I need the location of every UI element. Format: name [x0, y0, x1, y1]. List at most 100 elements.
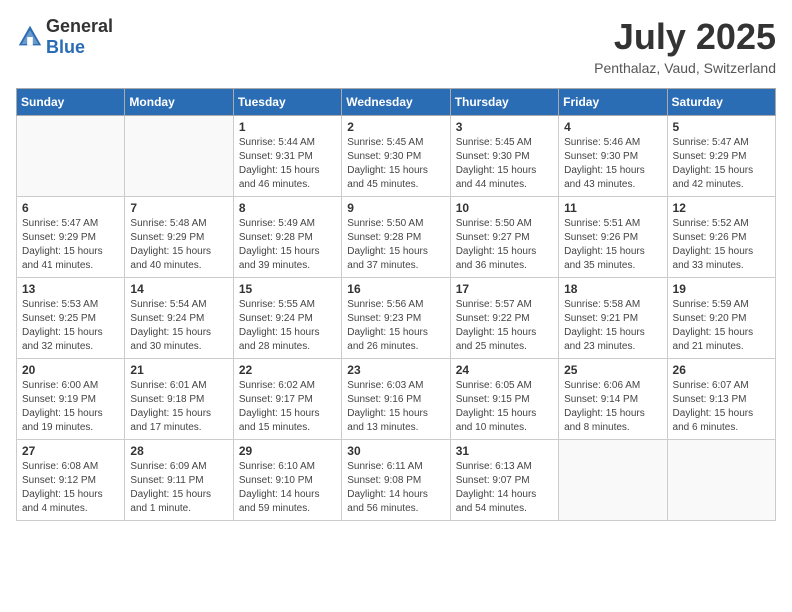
weekday-header: Sunday — [17, 89, 125, 116]
calendar-cell: 19 Sunrise: 5:59 AM Sunset: 9:20 PM Dayli… — [667, 278, 775, 359]
calendar-cell: 24 Sunrise: 6:05 AM Sunset: 9:15 PM Dayli… — [450, 359, 558, 440]
day-info: Sunrise: 6:10 AM Sunset: 9:10 PM Dayligh… — [239, 460, 336, 516]
calendar-week-row: 27 Sunrise: 6:08 AM Sunset: 9:12 PM Dayli… — [17, 440, 776, 521]
day-number: 28 — [130, 444, 227, 458]
weekday-header: Monday — [125, 89, 233, 116]
day-info: Sunrise: 5:58 AM Sunset: 9:21 PM Dayligh… — [564, 298, 661, 354]
day-number: 26 — [673, 363, 770, 377]
day-info: Sunrise: 5:57 AM Sunset: 9:22 PM Dayligh… — [456, 298, 553, 354]
calendar-cell: 17 Sunrise: 5:57 AM Sunset: 9:22 PM Dayli… — [450, 278, 558, 359]
calendar-week-row: 13 Sunrise: 5:53 AM Sunset: 9:25 PM Dayli… — [17, 278, 776, 359]
calendar-cell: 4 Sunrise: 5:46 AM Sunset: 9:30 PM Daylig… — [559, 116, 667, 197]
day-number: 12 — [673, 201, 770, 215]
day-info: Sunrise: 5:50 AM Sunset: 9:27 PM Dayligh… — [456, 217, 553, 273]
logo-general: General — [46, 16, 113, 36]
weekday-header: Tuesday — [233, 89, 341, 116]
logo-blue: Blue — [46, 37, 85, 57]
calendar-cell: 26Sunrise: 6:07 AM Sunset: 9:13 PM Dayli… — [667, 359, 775, 440]
calendar-week-row: 20 Sunrise: 6:00 AM Sunset: 9:19 PM Dayli… — [17, 359, 776, 440]
weekday-header: Wednesday — [342, 89, 450, 116]
day-info: Sunrise: 5:47 AM Sunset: 9:29 PM Dayligh… — [22, 217, 119, 273]
day-number: 22 — [239, 363, 336, 377]
day-number: 24 — [456, 363, 553, 377]
day-number: 21 — [130, 363, 227, 377]
day-number: 8 — [239, 201, 336, 215]
calendar-cell: 13 Sunrise: 5:53 AM Sunset: 9:25 PM Dayli… — [17, 278, 125, 359]
day-info: Sunrise: 6:08 AM Sunset: 9:12 PM Dayligh… — [22, 460, 119, 516]
day-number: 20 — [22, 363, 119, 377]
calendar-cell: 3 Sunrise: 5:45 AM Sunset: 9:30 PM Daylig… — [450, 116, 558, 197]
day-info: Sunrise: 6:05 AM Sunset: 9:15 PM Dayligh… — [456, 379, 553, 435]
calendar-cell: 8 Sunrise: 5:49 AM Sunset: 9:28 PM Daylig… — [233, 197, 341, 278]
calendar-cell: 30 Sunrise: 6:11 AM Sunset: 9:08 PM Dayli… — [342, 440, 450, 521]
calendar-cell — [667, 440, 775, 521]
day-info: Sunrise: 5:50 AM Sunset: 9:28 PM Dayligh… — [347, 217, 444, 273]
calendar-week-row: 6 Sunrise: 5:47 AM Sunset: 9:29 PM Daylig… — [17, 197, 776, 278]
calendar-cell: 20 Sunrise: 6:00 AM Sunset: 9:19 PM Dayli… — [17, 359, 125, 440]
day-number: 23 — [347, 363, 444, 377]
logo-icon — [16, 23, 44, 51]
day-number: 30 — [347, 444, 444, 458]
calendar-week-row: 1Sunrise: 5:44 AM Sunset: 9:31 PM Daylig… — [17, 116, 776, 197]
calendar-cell: 1Sunrise: 5:44 AM Sunset: 9:31 PM Daylig… — [233, 116, 341, 197]
logo: General Blue — [16, 16, 113, 58]
calendar-cell: 15 Sunrise: 5:55 AM Sunset: 9:24 PM Dayli… — [233, 278, 341, 359]
day-info: Sunrise: 6:06 AM Sunset: 9:14 PM Dayligh… — [564, 379, 661, 435]
day-info: Sunrise: 5:45 AM Sunset: 9:30 PM Dayligh… — [347, 136, 444, 192]
day-info: Sunrise: 5:44 AM Sunset: 9:31 PM Dayligh… — [239, 136, 336, 192]
day-number: 19 — [673, 282, 770, 296]
calendar-cell: 10Sunrise: 5:50 AM Sunset: 9:27 PM Dayli… — [450, 197, 558, 278]
day-number: 7 — [130, 201, 227, 215]
day-number: 4 — [564, 120, 661, 134]
day-info: Sunrise: 5:45 AM Sunset: 9:30 PM Dayligh… — [456, 136, 553, 192]
day-number: 17 — [456, 282, 553, 296]
calendar-cell: 16Sunrise: 5:56 AM Sunset: 9:23 PM Dayli… — [342, 278, 450, 359]
day-number: 13 — [22, 282, 119, 296]
weekday-header: Friday — [559, 89, 667, 116]
day-number: 31 — [456, 444, 553, 458]
calendar-table: SundayMondayTuesdayWednesdayThursdayFrid… — [16, 88, 776, 521]
day-number: 5 — [673, 120, 770, 134]
calendar-cell: 18 Sunrise: 5:58 AM Sunset: 9:21 PM Dayli… — [559, 278, 667, 359]
calendar-cell: 14 Sunrise: 5:54 AM Sunset: 9:24 PM Dayli… — [125, 278, 233, 359]
calendar-cell — [559, 440, 667, 521]
calendar-cell — [125, 116, 233, 197]
calendar-cell: 6 Sunrise: 5:47 AM Sunset: 9:29 PM Daylig… — [17, 197, 125, 278]
calendar-cell: 27 Sunrise: 6:08 AM Sunset: 9:12 PM Dayli… — [17, 440, 125, 521]
day-info: Sunrise: 5:48 AM Sunset: 9:29 PM Dayligh… — [130, 217, 227, 273]
calendar-cell: 29Sunrise: 6:10 AM Sunset: 9:10 PM Dayli… — [233, 440, 341, 521]
day-number: 11 — [564, 201, 661, 215]
calendar-cell: 5Sunrise: 5:47 AM Sunset: 9:29 PM Daylig… — [667, 116, 775, 197]
day-info: Sunrise: 5:54 AM Sunset: 9:24 PM Dayligh… — [130, 298, 227, 354]
day-info: Sunrise: 6:02 AM Sunset: 9:17 PM Dayligh… — [239, 379, 336, 435]
day-info: Sunrise: 6:00 AM Sunset: 9:19 PM Dayligh… — [22, 379, 119, 435]
calendar-cell: 9 Sunrise: 5:50 AM Sunset: 9:28 PM Daylig… — [342, 197, 450, 278]
day-info: Sunrise: 5:49 AM Sunset: 9:28 PM Dayligh… — [239, 217, 336, 273]
day-info: Sunrise: 5:52 AM Sunset: 9:26 PM Dayligh… — [673, 217, 770, 273]
day-info: Sunrise: 6:13 AM Sunset: 9:07 PM Dayligh… — [456, 460, 553, 516]
title-block: July 2025 Penthalaz, Vaud, Switzerland — [594, 16, 776, 76]
calendar-cell — [17, 116, 125, 197]
day-number: 6 — [22, 201, 119, 215]
weekday-header: Saturday — [667, 89, 775, 116]
day-info: Sunrise: 5:46 AM Sunset: 9:30 PM Dayligh… — [564, 136, 661, 192]
calendar-cell: 2 Sunrise: 5:45 AM Sunset: 9:30 PM Daylig… — [342, 116, 450, 197]
calendar-cell: 28Sunrise: 6:09 AM Sunset: 9:11 PM Dayli… — [125, 440, 233, 521]
weekday-header: Thursday — [450, 89, 558, 116]
day-number: 3 — [456, 120, 553, 134]
day-info: Sunrise: 5:55 AM Sunset: 9:24 PM Dayligh… — [239, 298, 336, 354]
day-number: 15 — [239, 282, 336, 296]
day-info: Sunrise: 6:11 AM Sunset: 9:08 PM Dayligh… — [347, 460, 444, 516]
day-number: 18 — [564, 282, 661, 296]
weekday-header-row: SundayMondayTuesdayWednesdayThursdayFrid… — [17, 89, 776, 116]
day-number: 27 — [22, 444, 119, 458]
day-info: Sunrise: 5:53 AM Sunset: 9:25 PM Dayligh… — [22, 298, 119, 354]
page-header: General Blue July 2025 Penthalaz, Vaud, … — [16, 16, 776, 76]
day-number: 14 — [130, 282, 227, 296]
day-info: Sunrise: 6:01 AM Sunset: 9:18 PM Dayligh… — [130, 379, 227, 435]
day-number: 9 — [347, 201, 444, 215]
day-number: 2 — [347, 120, 444, 134]
day-number: 25 — [564, 363, 661, 377]
day-info: Sunrise: 5:59 AM Sunset: 9:20 PM Dayligh… — [673, 298, 770, 354]
calendar-cell: 12 Sunrise: 5:52 AM Sunset: 9:26 PM Dayli… — [667, 197, 775, 278]
